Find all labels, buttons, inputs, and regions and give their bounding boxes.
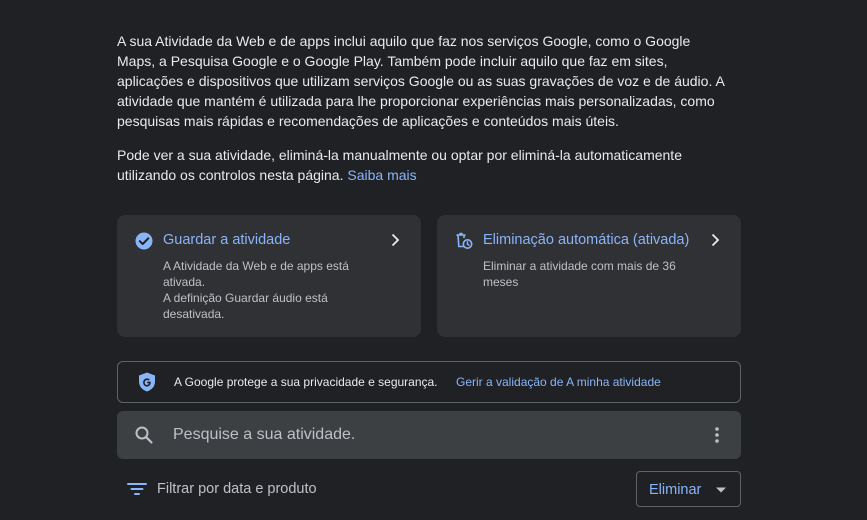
save-activity-description: A Atividade da Web e de apps está ativad… [163,258,378,322]
web-app-activity-status: A Atividade da Web e de apps está ativad… [163,259,349,289]
auto-delete-icon [456,232,473,249]
activity-page: A sua Atividade da Web e de apps inclui … [0,0,867,520]
manage-verification-link[interactable]: Gerir a validação de A minha atividade [456,375,661,389]
save-activity-title: Guardar a atividade [163,232,291,248]
auto-delete-card[interactable]: Eliminação automática (ativada) Eliminar… [437,215,741,337]
learn-more-link[interactable]: Saiba mais [347,167,416,183]
search-bar [117,411,741,459]
chevron-right-icon [711,233,720,247]
filter-by-date-product[interactable]: Filtrar por data e produto [126,479,317,499]
auto-delete-status: Eliminar a atividade com mais de 36 mese… [483,259,676,289]
delete-label: Eliminar [649,482,702,498]
search-input[interactable] [173,423,673,447]
intro-paragraph-controls: Pode ver a sua atividade, eliminá-la man… [117,145,727,185]
check-circle-icon [135,232,153,250]
save-activity-card[interactable]: Guardar a atividade A Atividade da Web e… [117,215,421,337]
google-shield-icon [139,372,155,392]
filter-list-icon [127,483,147,495]
caret-down-icon [716,487,726,493]
privacy-banner: A Google protege a sua privacidade e seg… [117,361,741,403]
intro-text: A sua Atividade da Web e de apps inclui … [117,31,727,185]
chevron-right-icon [391,233,400,247]
auto-delete-title: Eliminação automática (ativada) [483,232,690,248]
search-icon[interactable] [134,425,154,445]
delete-dropdown-button[interactable]: Eliminar [636,471,741,507]
audio-setting-status: A definição Guardar áudio está desativad… [163,291,328,321]
privacy-text: A Google protege a sua privacidade e seg… [174,375,438,389]
more-vert-icon[interactable] [707,425,727,445]
filter-label: Filtrar por data e produto [157,481,317,497]
auto-delete-description: Eliminar a atividade com mais de 36 mese… [483,258,698,290]
intro-paragraph: A sua Atividade da Web e de apps inclui … [117,33,725,129]
heading-fragment [560,0,600,6]
